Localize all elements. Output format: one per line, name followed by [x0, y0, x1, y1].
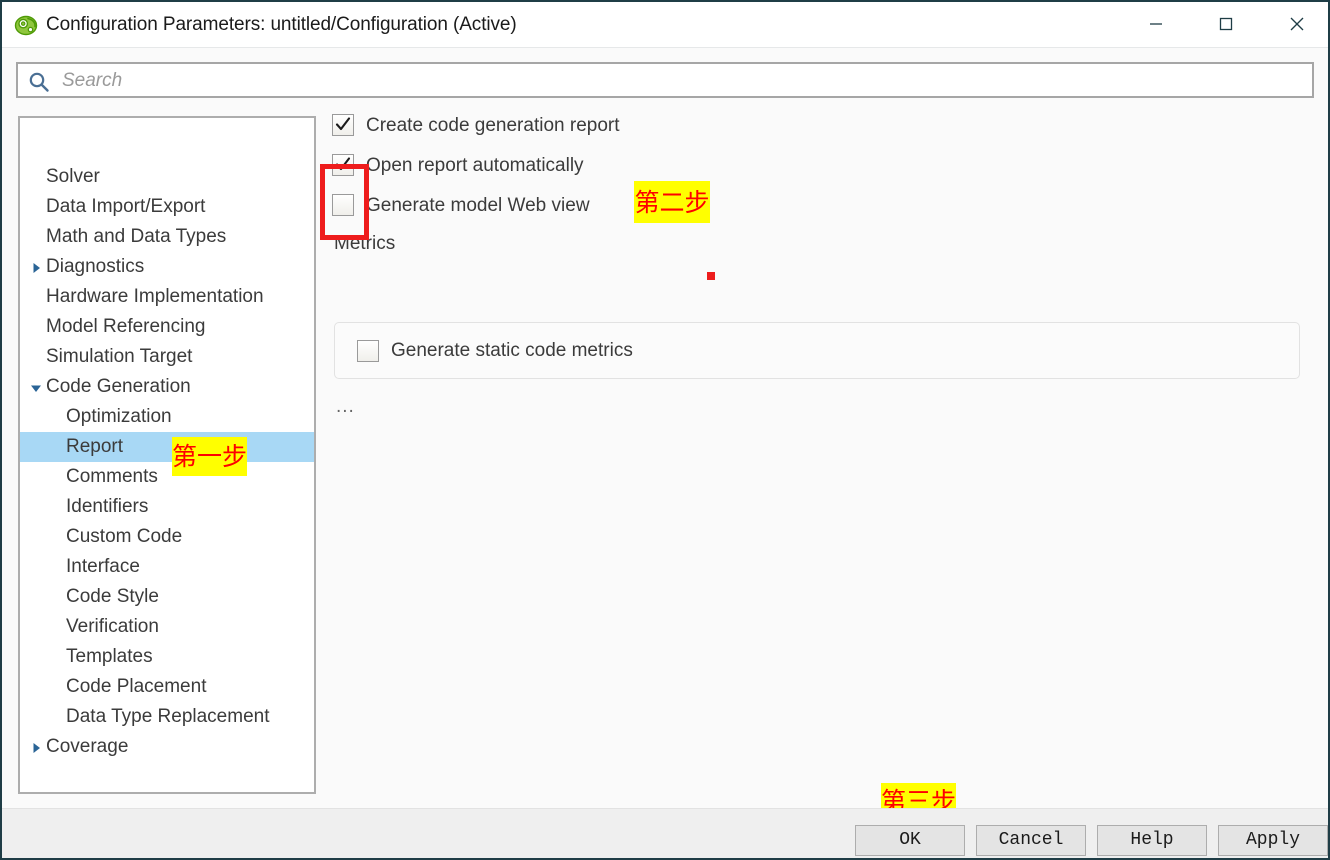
tree-item-optimization[interactable]: Optimization: [20, 402, 314, 432]
tree-item-data-type-replacement[interactable]: Data Type Replacement: [20, 702, 314, 732]
tree-item-label: Math and Data Types: [46, 226, 227, 247]
tree-item-custom-code[interactable]: Custom Code: [20, 522, 314, 552]
tree-item-label: Custom Code: [66, 526, 183, 547]
close-icon: [1290, 17, 1304, 31]
red-marker-annotation: [707, 272, 715, 280]
generate-static-code-metrics-label: Generate static code metrics: [391, 340, 633, 361]
tree-item-templates[interactable]: Templates: [20, 642, 314, 672]
tree-item-label: Data Type Replacement: [66, 706, 270, 727]
tree-item-label: Identifiers: [66, 496, 149, 517]
maximize-icon: [1219, 17, 1233, 31]
close-button[interactable]: [1274, 2, 1320, 46]
tree-item-data-import-export[interactable]: Data Import/Export: [20, 192, 314, 222]
tree-item-simulation-target[interactable]: Simulation Target: [20, 342, 314, 372]
report-checkbox-list: Create code generation report Open report…: [332, 106, 1312, 226]
annotation-red-rectangle: [320, 164, 369, 240]
tree-item-math-and-data-types[interactable]: Math and Data Types: [20, 222, 314, 252]
title-bar: Configuration Parameters: untitled/Confi…: [2, 2, 1328, 48]
minimize-button[interactable]: [1133, 2, 1179, 46]
option-label: Create code generation report: [366, 115, 620, 136]
tree-item-label: Solver: [46, 166, 100, 187]
metrics-panel: Generate static code metrics: [334, 322, 1300, 379]
tree-item-label: Verification: [66, 616, 159, 637]
configuration-parameters-window: Configuration Parameters: untitled/Confi…: [0, 0, 1330, 860]
dialog-body: Solver Data Import/Export Math and Data Ty…: [2, 48, 1328, 808]
tree-item-label: Report: [66, 436, 124, 457]
tree-item-label: Hardware Implementation: [46, 286, 264, 307]
annotation-step-1: 第一步: [172, 437, 247, 476]
simulink-gear-icon: [14, 13, 38, 37]
chevron-down-icon[interactable]: [30, 372, 44, 402]
tree-item-code-style[interactable]: Code Style: [20, 582, 314, 612]
tree-item-comments[interactable]: Comments: [20, 462, 314, 492]
create-code-generation-report-checkbox[interactable]: [332, 114, 354, 136]
tree-item-hardware-implementation[interactable]: Hardware Implementation: [20, 282, 314, 312]
chevron-right-icon[interactable]: [30, 252, 44, 282]
tree-item-verification[interactable]: Verification: [20, 612, 314, 642]
tree-item-coverage[interactable]: Coverage: [20, 732, 314, 762]
option-label: Generate model Web view: [366, 195, 590, 216]
category-tree-list: Solver Data Import/Export Math and Data Ty…: [20, 162, 314, 762]
help-button[interactable]: Help: [1097, 825, 1207, 856]
tree-item-label: Code Placement: [66, 676, 207, 697]
dialog-footer: OK Cancel Help Apply: [2, 808, 1328, 858]
tree-item-solver[interactable]: Solver: [20, 162, 314, 192]
tree-item-label: Simulation Target: [46, 346, 193, 367]
chevron-right-icon[interactable]: [30, 732, 44, 762]
option-row: Create code generation report: [332, 106, 1312, 146]
search-bar[interactable]: [16, 62, 1314, 98]
report-options-pane: Create code generation report Open report…: [332, 106, 1312, 417]
tree-item-label: Model Referencing: [46, 316, 206, 337]
option-row: Open report automatically: [332, 146, 1312, 186]
tree-item-interface[interactable]: Interface: [20, 552, 314, 582]
minimize-icon: [1150, 23, 1162, 25]
tree-item-model-referencing[interactable]: Model Referencing: [20, 312, 314, 342]
search-icon: [28, 71, 50, 93]
apply-button[interactable]: Apply: [1218, 825, 1328, 856]
maximize-button[interactable]: [1203, 2, 1249, 46]
tree-item-identifiers[interactable]: Identifiers: [20, 492, 314, 522]
search-input[interactable]: [60, 64, 1304, 98]
annotation-step-2: 第二步: [634, 181, 710, 223]
tree-item-code-placement[interactable]: Code Placement: [20, 672, 314, 702]
category-tree-panel[interactable]: Solver Data Import/Export Math and Data Ty…: [18, 116, 316, 794]
tree-item-label: Comments: [66, 466, 158, 487]
tree-item-report[interactable]: Report: [20, 432, 314, 462]
tree-item-label: Optimization: [66, 406, 172, 427]
ellipsis-text: ...: [336, 396, 355, 417]
tree-item-label: Diagnostics: [46, 256, 145, 277]
tree-item-label: Data Import/Export: [46, 196, 206, 217]
tree-item-label: Coverage: [46, 736, 129, 757]
tree-item-code-generation[interactable]: Code Generation: [20, 372, 314, 402]
option-label: Open report automatically: [366, 155, 584, 176]
tree-item-label: Code Generation: [46, 376, 191, 397]
cancel-button[interactable]: Cancel: [976, 825, 1086, 856]
window-title: Configuration Parameters: untitled/Confi…: [46, 14, 517, 35]
generate-static-code-metrics-checkbox[interactable]: [357, 340, 379, 362]
tree-item-label: Templates: [66, 646, 153, 667]
tree-item-label: Code Style: [66, 586, 159, 607]
tree-item-diagnostics[interactable]: Diagnostics: [20, 252, 314, 282]
tree-item-label: Interface: [66, 556, 140, 577]
option-row: Generate model Web view: [332, 186, 1312, 226]
ok-button[interactable]: OK: [855, 825, 965, 856]
